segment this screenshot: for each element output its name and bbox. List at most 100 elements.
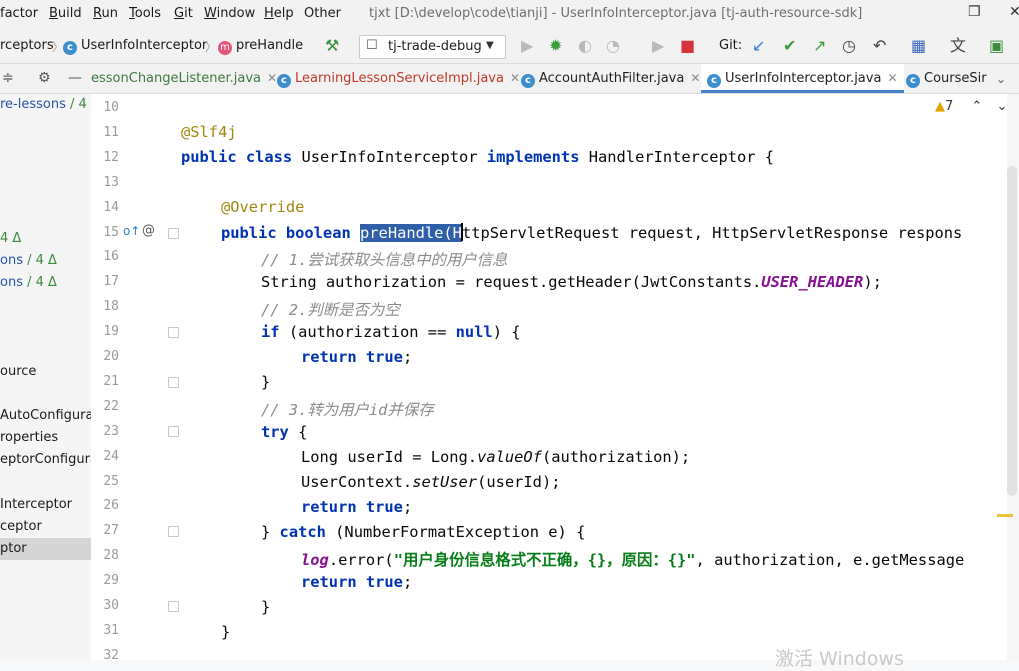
fold-marker-icon[interactable]	[168, 426, 179, 437]
class-icon: c	[906, 74, 920, 88]
code-editor[interactable]: @Slf4j public class UserInfoInterceptor …	[181, 94, 1007, 660]
annotation-marker-icon[interactable]: @	[142, 223, 155, 238]
line-number: 12	[103, 149, 119, 165]
line-number: 21	[103, 373, 119, 389]
tree-item[interactable]: AutoConfigurat	[0, 408, 91, 423]
code-line-20: return true;	[301, 348, 413, 366]
code-line-28: log.error("用户身份信息格式不正确，{}，原因：{}", author…	[301, 551, 965, 569]
code-line-22: // 3.转为用户id并保存	[261, 401, 434, 419]
project-tree-panel: re-lessons / 4 Δ 4 Δ ons / 4 Δ ons / 4 Δ…	[0, 94, 92, 660]
fold-marker-icon[interactable]	[168, 526, 179, 537]
translate-icon[interactable]: 文	[950, 36, 966, 56]
code-line-16: // 1.尝试获取头信息中的用户信息	[261, 251, 508, 269]
code-line-21: }	[261, 373, 271, 391]
tree-item[interactable]: re-lessons / 4 Δ	[0, 97, 91, 112]
line-number: 17	[103, 274, 119, 290]
tab-course-sir[interactable]: c CourseSir	[906, 64, 987, 93]
vertical-scrollbar[interactable]	[997, 94, 1019, 660]
fold-marker-icon[interactable]	[168, 327, 179, 338]
collapse-icon[interactable]: ≑	[2, 68, 14, 88]
gear-icon[interactable]: ⚙	[38, 68, 51, 88]
tree-item-selected[interactable]: ptor	[0, 538, 91, 560]
code-line-27: } catch (NumberFormatException e) {	[261, 523, 586, 541]
breadcrumb-method[interactable]: m preHandle	[218, 38, 303, 55]
tree-item[interactable]: ceptor	[0, 519, 42, 534]
git-label: Git:	[719, 38, 743, 53]
tree-item[interactable]: ons / 4 Δ	[0, 253, 57, 268]
warning-marker[interactable]	[997, 514, 1013, 517]
menu-git[interactable]: Git	[174, 6, 193, 21]
breadcrumb-class[interactable]: c UserInfoInterceptor	[63, 38, 207, 55]
coverage-icon[interactable]: ◐	[578, 36, 592, 56]
close-tab-icon[interactable]: ✕	[267, 71, 277, 85]
history-clock-icon[interactable]: ◷	[842, 36, 856, 56]
menu-refactor[interactable]: factor	[0, 6, 38, 21]
restore-window-icon[interactable]: ❐	[968, 4, 981, 20]
build-hammer-icon[interactable]: ⚒	[325, 36, 339, 56]
menu-window[interactable]: Window	[204, 6, 255, 21]
debug-icon[interactable]: ✹	[549, 36, 562, 56]
menu-run[interactable]: Run	[93, 6, 118, 21]
tree-item[interactable]: roperties	[0, 430, 58, 445]
line-number: 32	[103, 647, 119, 663]
run-icon[interactable]: ▶	[521, 36, 533, 56]
inspection-widget[interactable]: ▲7 ⌃ ⌄	[935, 99, 1007, 114]
resume-icon[interactable]: ▶	[652, 36, 664, 56]
windows-activation-watermark: 激活 Windows	[775, 648, 904, 670]
line-number: 24	[103, 448, 119, 464]
minimize-panel-icon[interactable]: —	[68, 68, 82, 88]
menu-tools[interactable]: Tools	[129, 6, 161, 21]
line-number: 10	[103, 100, 119, 115]
menu-build[interactable]: Build	[49, 6, 82, 21]
menu-help[interactable]: Help	[264, 6, 294, 21]
implement-marker-icon[interactable]: o↑	[123, 224, 140, 238]
project-structure-icon[interactable]: ▦	[911, 36, 926, 56]
fold-marker-icon[interactable]	[168, 228, 179, 239]
chevron-up-icon[interactable]: ⌃	[971, 99, 982, 114]
tab-learning-lesson-service[interactable]: c LearningLessonServiceImpl.java ✕	[277, 64, 520, 93]
close-tab-icon[interactable]: ✕	[690, 71, 700, 85]
chevron-down-icon[interactable]: ⌄	[996, 99, 1007, 114]
line-number: 27	[103, 523, 119, 539]
close-window-icon[interactable]: ✕	[1009, 4, 1019, 20]
tree-item[interactable]: ource	[0, 364, 36, 379]
class-icon: c	[63, 41, 77, 55]
fold-marker-icon[interactable]	[168, 377, 179, 388]
tabs-dropdown-icon[interactable]: ⌄	[996, 69, 1006, 89]
tree-item[interactable]: Interceptor	[0, 497, 72, 512]
profile-icon[interactable]: ◔	[606, 36, 620, 56]
breadcrumb-chevron-icon: 〉	[205, 40, 218, 54]
tab-user-info-interceptor[interactable]: c UserInfoInterceptor.java ✕	[701, 64, 904, 93]
breadcrumb-package[interactable]: rceptors	[0, 38, 54, 53]
tab-lesson-change-listener[interactable]: essonChangeListener.java ✕	[91, 64, 277, 93]
terminal-icon[interactable]: ▣	[989, 36, 1004, 56]
code-line-29: return true;	[301, 573, 413, 591]
selected-text: preHandle(H	[360, 224, 462, 242]
menu-bar: factor Build Run Tools Git Window Help O…	[0, 0, 1019, 30]
fold-marker-icon[interactable]	[168, 601, 179, 612]
git-update-icon[interactable]: ↙	[752, 36, 765, 56]
window-title: tjxt [D:\develop\code\tianji] - UserInfo…	[369, 6, 863, 21]
git-push-icon[interactable]: ↗	[813, 36, 826, 56]
line-number: 13	[103, 174, 119, 190]
stop-icon[interactable]: ■	[680, 36, 695, 56]
line-number: 14	[103, 199, 119, 215]
close-tab-icon[interactable]: ✕	[887, 71, 897, 85]
tree-item[interactable]: 4 Δ	[0, 231, 21, 246]
run-configuration-select[interactable]: ☐ tj-trade-debug ▼	[359, 35, 506, 59]
editor-tabs: ≑ ⚙ — essonChangeListener.java ✕ c Learnin…	[0, 64, 1019, 94]
class-icon: c	[521, 74, 535, 88]
line-number: 31	[103, 622, 119, 638]
git-commit-icon[interactable]: ✔	[783, 36, 796, 56]
tree-item[interactable]: eptorConfigurat	[0, 452, 91, 467]
chevron-down-icon: ▼	[486, 40, 494, 51]
code-line-23: try {	[261, 423, 308, 441]
line-number: 11	[103, 124, 119, 140]
scrollbar-thumb[interactable]	[1007, 166, 1017, 496]
tree-item[interactable]: ons / 4 Δ	[0, 275, 57, 290]
close-tab-icon[interactable]: ✕	[510, 71, 520, 85]
line-number: 23	[103, 423, 119, 439]
rollback-icon[interactable]: ↶	[873, 36, 886, 56]
menu-other[interactable]: Other	[304, 6, 341, 21]
tab-account-auth-filter[interactable]: c AccountAuthFilter.java ✕	[521, 64, 700, 93]
